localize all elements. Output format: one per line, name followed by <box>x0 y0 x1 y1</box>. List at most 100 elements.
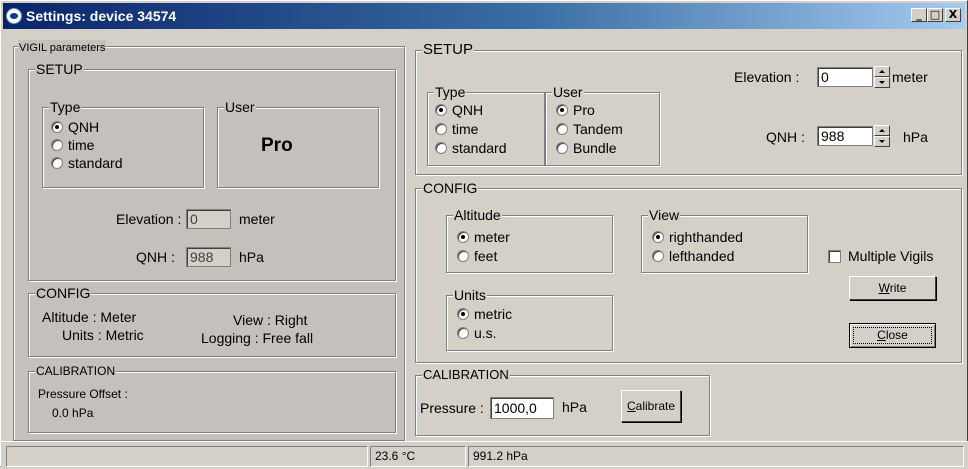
radio-icon <box>652 250 664 262</box>
radio-icon <box>435 142 447 154</box>
altitude-group: Altitude meter feet <box>446 207 613 273</box>
vigil-config-group: CONFIG Altitude : Meter Units : Metric V… <box>28 285 396 357</box>
vigil-user-legend: User <box>224 99 256 115</box>
vigil-elevation-field: 0 <box>186 209 231 229</box>
status-pressure: 991.2 hPa <box>468 446 964 467</box>
vigil-elevation-label: Elevation : <box>116 211 182 227</box>
view-legend: View <box>648 207 681 223</box>
calibrate-button[interactable]: Calibrate <box>621 390 681 422</box>
pressure-unit: hPa <box>562 399 587 415</box>
spin-down-icon[interactable] <box>874 136 890 147</box>
multiple-vigils-checkbox[interactable]: Multiple Vigils <box>828 248 933 264</box>
qnh-spinner[interactable] <box>874 125 890 147</box>
vigil-parameters-group: VIGIL parameters SETUP Type QNH time sta… <box>13 40 405 441</box>
close-window-button[interactable]: X <box>945 8 961 22</box>
vigil-config-units: Units : Metric <box>62 327 144 343</box>
elevation-spinner[interactable] <box>874 66 890 88</box>
vigil-type-option: QNH <box>51 119 99 135</box>
vigil-calibration-legend: CALIBRATION <box>35 363 117 379</box>
type-legend: Type <box>434 84 467 100</box>
status-bar: 23.6 °C 991.2 hPa <box>1 441 968 469</box>
vigil-config-view: View : Right <box>233 312 308 328</box>
user-option-pro[interactable]: Pro <box>556 102 595 118</box>
config-legend: CONFIG <box>422 180 479 196</box>
vigil-qnh-label: QNH : <box>136 249 175 265</box>
write-button[interactable]: Write <box>849 276 936 300</box>
minimize-button[interactable]: _ <box>911 8 927 22</box>
maximize-button[interactable]: □ <box>927 8 943 22</box>
qnh-unit: hPa <box>903 129 928 145</box>
altitude-option-meter[interactable]: meter <box>457 229 510 245</box>
vigil-type-legend: Type <box>49 99 82 115</box>
view-option-lefthanded[interactable]: lefthanded <box>652 248 734 264</box>
setup-legend: SETUP <box>422 41 475 58</box>
config-group: CONFIG Altitude meter feet View righthan… <box>415 180 962 363</box>
close-button[interactable]: Close <box>849 323 936 348</box>
radio-selected-icon <box>51 121 63 133</box>
type-option-time[interactable]: time <box>435 121 478 137</box>
vigil-config-altitude: Altitude : Meter <box>42 309 137 325</box>
vigil-qnh-unit: hPa <box>239 249 264 265</box>
spin-up-icon[interactable] <box>874 125 890 136</box>
checkbox-icon <box>828 249 841 263</box>
elevation-label: Elevation : <box>734 69 800 85</box>
radio-selected-icon <box>457 308 469 320</box>
calibrate-button-label: Calibrate <box>626 399 676 413</box>
type-option-qnh[interactable]: QNH <box>435 102 483 118</box>
units-group: Units metric u.s. <box>446 287 613 351</box>
view-group: View righthanded lefthanded <box>641 207 808 273</box>
calibration-group: CALIBRATION Pressure : 1000,0 hPa Calibr… <box>415 367 710 436</box>
altitude-option-feet[interactable]: feet <box>457 248 497 264</box>
app-eye-icon[interactable] <box>6 8 22 24</box>
pressure-label: Pressure : <box>420 400 484 416</box>
radio-icon <box>51 139 63 151</box>
view-option-righthanded[interactable]: righthanded <box>652 229 743 245</box>
user-option-tandem[interactable]: Tandem <box>556 121 623 137</box>
radio-selected-icon <box>435 104 447 116</box>
vigil-qnh-field: 988 <box>186 247 231 267</box>
radio-icon <box>457 250 469 262</box>
units-option-us[interactable]: u.s. <box>457 325 497 341</box>
spin-up-icon[interactable] <box>874 66 890 77</box>
status-temperature: 23.6 °C <box>370 446 466 467</box>
radio-selected-icon <box>556 104 568 116</box>
vigil-parameters-legend: VIGIL parameters <box>18 40 107 56</box>
write-button-label: Write <box>878 281 907 295</box>
radio-icon <box>457 327 469 339</box>
vigil-setup-legend: SETUP <box>35 61 84 77</box>
vigil-user-group: User Pro <box>217 99 379 188</box>
vigil-setup-group: SETUP Type QNH time standard User Pro El… <box>28 61 396 281</box>
units-option-metric[interactable]: metric <box>457 306 512 322</box>
units-legend: Units <box>453 287 487 303</box>
type-group: Type QNH time standard <box>427 84 545 166</box>
elevation-unit: meter <box>892 69 928 85</box>
title-bar[interactable]: Settings: device 34574 _ □ X <box>3 3 965 29</box>
status-cell-empty <box>6 446 368 467</box>
vigil-pressure-offset-label: Pressure Offset : <box>38 387 128 401</box>
vigil-elevation-unit: meter <box>239 211 275 227</box>
radio-icon <box>556 123 568 135</box>
vigil-user-value: Pro <box>261 135 293 156</box>
window-title: Settings: device 34574 <box>26 8 177 24</box>
radio-selected-icon <box>457 231 469 243</box>
spin-down-icon[interactable] <box>874 77 890 88</box>
vigil-pressure-offset-value: 0.0 hPa <box>52 406 94 420</box>
vigil-config-logging: Logging : Free fall <box>201 330 314 346</box>
user-legend: User <box>552 84 584 100</box>
settings-window: Settings: device 34574 _ □ X VIGIL param… <box>0 0 968 469</box>
user-option-bundle[interactable]: Bundle <box>556 140 617 156</box>
setup-group: SETUP Type QNH time standard User Pro Ta… <box>415 42 962 175</box>
vigil-calibration-group: CALIBRATION Pressure Offset : 0.0 hPa <box>28 363 396 433</box>
radio-icon <box>556 142 568 154</box>
close-button-label: Close <box>877 328 908 342</box>
qnh-input[interactable]: 988 <box>817 126 873 146</box>
user-group: User Pro Tandem Bundle <box>545 84 660 166</box>
type-option-standard[interactable]: standard <box>435 140 506 156</box>
pressure-input[interactable]: 1000,0 <box>490 397 554 419</box>
vigil-type-option: standard <box>51 155 122 171</box>
qnh-label: QNH : <box>766 129 805 145</box>
vigil-config-legend: CONFIG <box>35 285 92 301</box>
vigil-type-group: Type QNH time standard <box>42 99 204 188</box>
elevation-input[interactable]: 0 <box>817 67 873 87</box>
calibration-legend: CALIBRATION <box>422 367 510 383</box>
